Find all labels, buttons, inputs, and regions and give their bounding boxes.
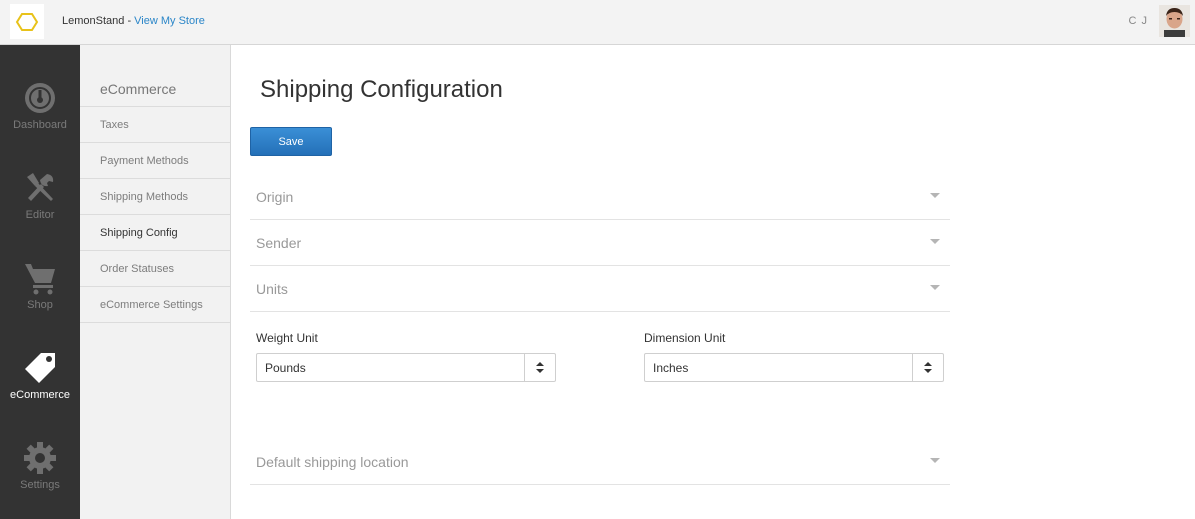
section-sender-label: Sender — [256, 235, 302, 251]
avatar[interactable] — [1159, 5, 1190, 37]
save-button[interactable]: Save — [250, 127, 332, 156]
subnav-divider — [80, 178, 230, 179]
nav-dashboard[interactable]: Dashboard — [0, 81, 80, 171]
weight-unit-select[interactable]: Pounds — [256, 353, 556, 382]
view-my-store-link[interactable]: View My Store — [134, 15, 205, 27]
section-units[interactable]: Units — [250, 266, 950, 312]
subnav-divider — [80, 142, 230, 143]
avatar-image — [1159, 5, 1190, 37]
top-bar: LemonStand - View My Store C J — [0, 0, 1195, 45]
weight-unit-label: Weight Unit — [256, 331, 318, 345]
nav-editor[interactable]: Editor — [0, 171, 80, 261]
dimension-unit-value: Inches — [653, 361, 689, 375]
ecommerce-subnav: eCommerce Taxes Payment Methods Shipping… — [80, 45, 231, 519]
nav-dashboard-label: Dashboard — [13, 119, 67, 131]
nav-shop-label: Shop — [27, 299, 53, 311]
select-arrows-icon — [524, 354, 555, 381]
dimension-unit-select[interactable]: Inches — [644, 353, 944, 382]
lemon-logo-icon — [15, 12, 39, 31]
subnav-item-shipping-methods[interactable]: Shipping Methods — [100, 191, 188, 203]
dashboard-icon — [25, 83, 55, 113]
brand-name: LemonStand — [62, 15, 125, 27]
nav-settings[interactable]: Settings — [0, 441, 80, 519]
nav-shop[interactable]: Shop — [0, 261, 80, 351]
select-arrows-icon — [912, 354, 943, 381]
tag-icon — [25, 353, 55, 383]
nav-ecommerce[interactable]: eCommerce — [0, 351, 80, 441]
subnav-title: eCommerce — [100, 81, 177, 97]
brand-separator: - — [124, 15, 135, 27]
subnav-item-ecommerce-settings[interactable]: eCommerce Settings — [100, 299, 203, 311]
section-default-shipping-location-label: Default shipping location — [256, 454, 409, 470]
subnav-divider — [80, 214, 230, 215]
main-nav-rail: Dashboard Editor Shop eCommerce Settings — [0, 45, 80, 519]
page-title: Shipping Configuration — [260, 76, 503, 103]
section-default-shipping-location[interactable]: Default shipping location — [250, 439, 950, 485]
tools-icon — [27, 173, 54, 201]
subnav-divider — [80, 286, 230, 287]
nav-settings-label: Settings — [20, 479, 60, 491]
nav-editor-label: Editor — [25, 209, 55, 221]
cart-icon — [25, 264, 55, 295]
dimension-unit-label: Dimension Unit — [644, 331, 726, 345]
subnav-item-payment-methods[interactable]: Payment Methods — [100, 155, 189, 167]
subnav-item-shipping-config[interactable]: Shipping Config — [100, 227, 178, 239]
subnav-item-taxes[interactable]: Taxes — [100, 119, 129, 131]
user-initials[interactable]: C J — [1129, 15, 1149, 27]
caret-down-icon — [930, 285, 940, 290]
weight-unit-value: Pounds — [265, 361, 306, 375]
caret-down-icon — [930, 193, 940, 198]
caret-down-icon — [930, 458, 940, 463]
caret-down-icon — [930, 239, 940, 244]
subnav-divider — [80, 250, 230, 251]
subnav-divider — [80, 106, 230, 107]
section-origin[interactable]: Origin — [250, 174, 950, 220]
brand-text: LemonStand - View My Store — [62, 15, 205, 27]
section-origin-label: Origin — [256, 189, 294, 205]
subnav-divider — [80, 322, 230, 323]
lemonstand-logo[interactable] — [10, 4, 44, 39]
subnav-item-order-statuses[interactable]: Order Statuses — [100, 263, 174, 275]
section-units-label: Units — [256, 281, 288, 297]
nav-ecommerce-label: eCommerce — [10, 389, 70, 401]
section-sender[interactable]: Sender — [250, 220, 950, 266]
gear-icon — [24, 442, 56, 474]
